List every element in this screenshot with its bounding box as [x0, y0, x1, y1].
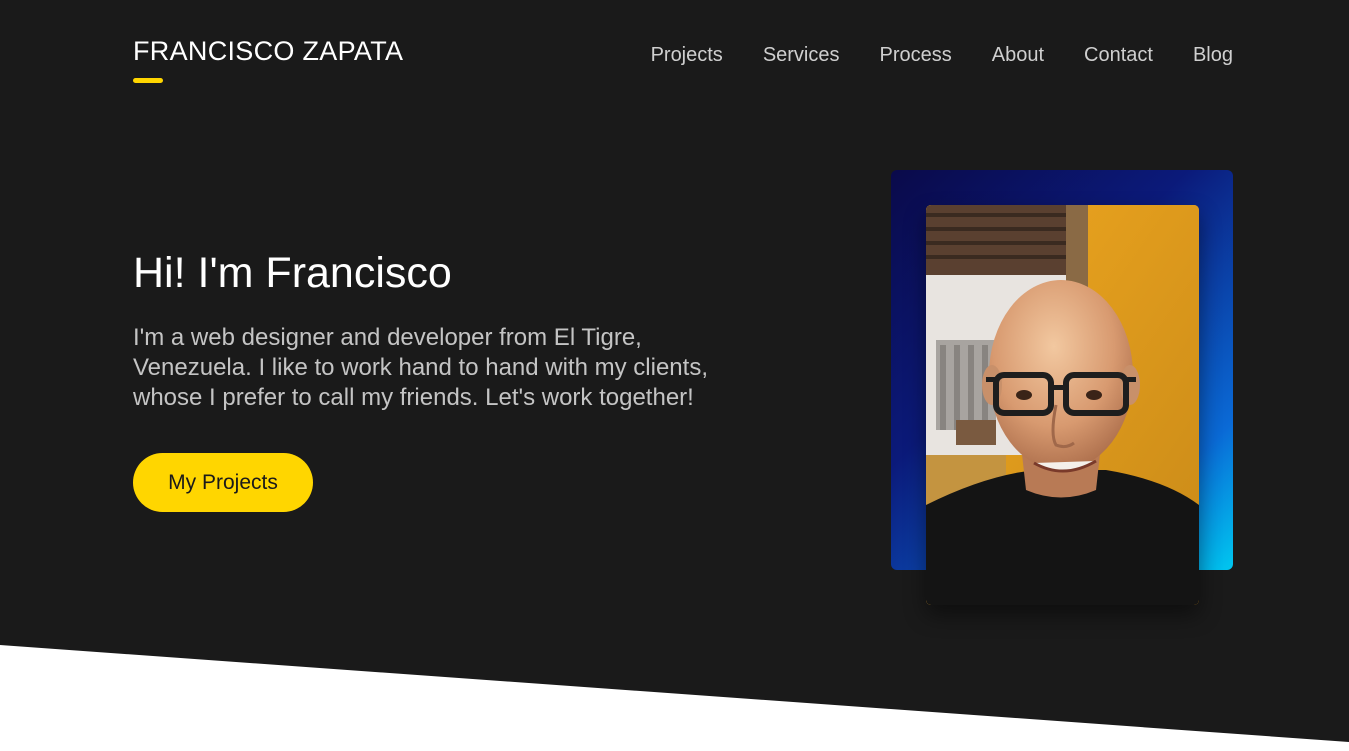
intro: Hi! I'm Francisco I'm a web designer and…	[133, 248, 733, 512]
brand-underline	[133, 78, 163, 83]
portrait-image	[926, 205, 1199, 605]
my-projects-button[interactable]: My Projects	[133, 453, 313, 512]
nav-link-projects[interactable]: Projects	[651, 44, 723, 67]
hero-title: Hi! I'm Francisco	[133, 249, 452, 297]
nav-link-blog[interactable]: Blog	[1193, 44, 1233, 67]
brand-logo[interactable]: FRANCISCO ZAPATA	[133, 36, 403, 67]
nav-link-contact[interactable]: Contact	[1084, 44, 1153, 67]
nav-link-services[interactable]: Services	[763, 44, 840, 67]
profile-photo	[926, 205, 1199, 605]
site-header: FRANCISCO ZAPATA Projects Services Proce…	[133, 36, 1233, 86]
nav-link-process[interactable]: Process	[880, 44, 952, 67]
hero-description: I'm a web designer and developer from El…	[133, 324, 708, 411]
nav-link-about[interactable]: About	[992, 44, 1044, 67]
main-nav: Projects Services Process About Contact …	[651, 44, 1233, 67]
